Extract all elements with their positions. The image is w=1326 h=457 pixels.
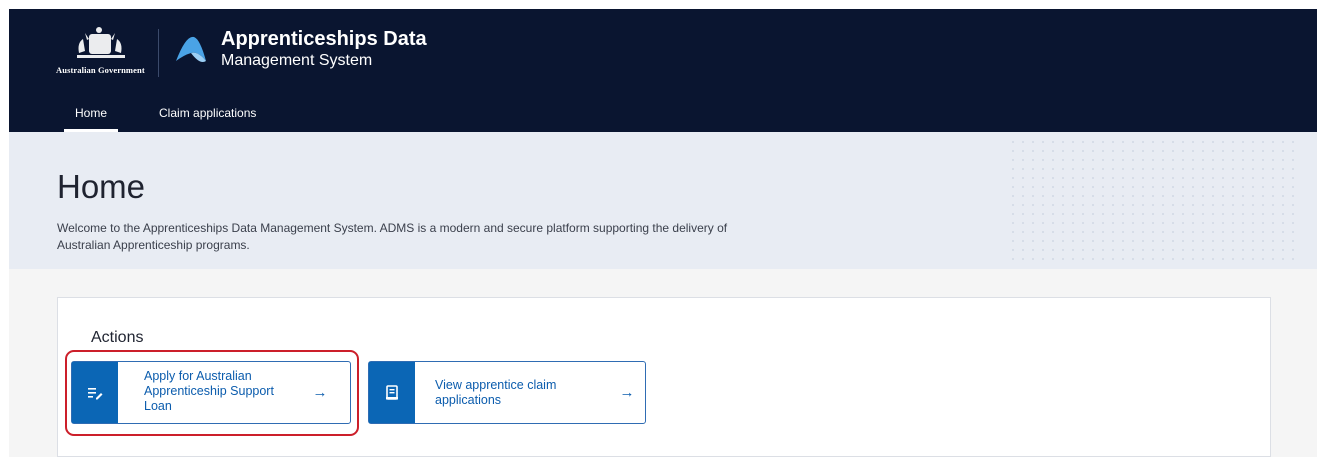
view-claim-applications-label: View apprentice claim applications (435, 378, 557, 407)
document-icon (369, 362, 415, 423)
tab-home[interactable]: Home (56, 101, 126, 132)
app-title[interactable]: Apprenticeships Data Management System (221, 28, 427, 70)
apply-support-loan-card[interactable]: Apply for Australian Apprenticeship Supp… (71, 361, 351, 424)
header-divider (158, 29, 159, 77)
arrow-right-icon: → (619, 384, 635, 401)
arrow-right-icon: → (312, 384, 328, 401)
tab-claim-applications[interactable]: Claim applications (140, 101, 275, 132)
page-intro: Welcome to the Apprenticeships Data Mana… (57, 221, 728, 252)
apply-support-loan-label: Apply for Australian Apprenticeship Supp… (144, 369, 274, 413)
government-label: Australian Government (56, 65, 145, 75)
page-hero: Home Welcome to the Apprenticeships Data… (9, 132, 1317, 269)
adms-logo-icon (176, 36, 206, 62)
main-nav: Home Claim applications (56, 101, 275, 132)
actions-heading: Actions (91, 329, 144, 346)
app-title-line1: Apprenticeships Data (221, 28, 427, 50)
decorative-dot-pattern (1012, 141, 1294, 260)
app-title-line2: Management System (221, 52, 373, 69)
edit-list-icon (72, 362, 118, 423)
page-title: Home (57, 168, 146, 205)
coat-of-arms-icon (77, 27, 125, 58)
app-window: Australian Government Apprenticeships Da… (9, 9, 1317, 457)
site-header: Australian Government Apprenticeships Da… (9, 9, 1317, 132)
view-claim-applications-card[interactable]: View apprentice claim applications → (368, 361, 646, 424)
